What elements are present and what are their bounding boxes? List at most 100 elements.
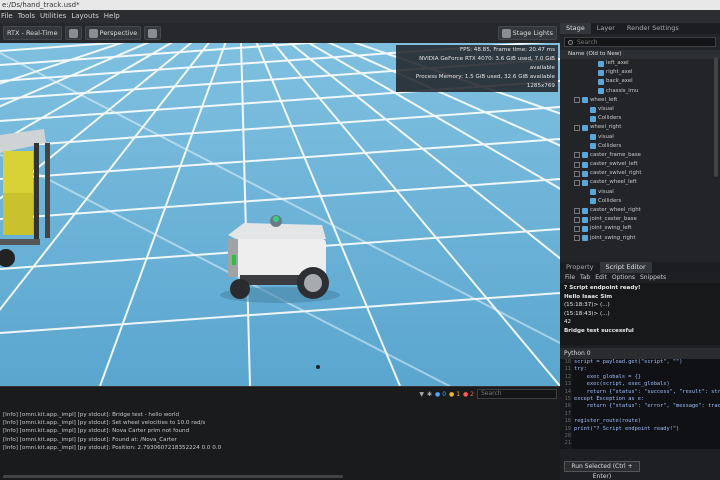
prim-icon — [590, 134, 596, 141]
prim-icon — [582, 235, 588, 242]
stage-item[interactable]: caster_swivel_left — [560, 160, 720, 169]
console-search-input[interactable]: Search — [477, 389, 557, 399]
se-menu-edit[interactable]: Edit — [595, 273, 607, 283]
menu-layouts[interactable]: Layouts — [71, 10, 98, 23]
se-menu-tab[interactable]: Tab — [580, 273, 590, 283]
tab-property[interactable]: Property — [560, 262, 600, 273]
stage-item[interactable]: back_axel — [560, 77, 720, 86]
se-menu-options[interactable]: Options — [612, 273, 635, 283]
stage-item[interactable]: caster_frame_base — [560, 151, 720, 160]
error-count[interactable]: ● 2 — [463, 391, 474, 398]
expand-toggle-icon[interactable] — [574, 124, 580, 131]
camera-gear-button[interactable] — [64, 26, 82, 40]
tab-python-0[interactable]: Python 0 — [560, 348, 720, 359]
menu-help[interactable]: Help — [104, 10, 120, 23]
stage-item[interactable]: caster_wheel_right — [560, 206, 720, 215]
expand-toggle-icon[interactable] — [574, 216, 580, 223]
log-line: [Info] [omni.kit.app._impl] [py stdout]:… — [3, 436, 177, 443]
tab-render-settings[interactable]: Render Settings — [621, 23, 685, 34]
stage-item-label: Colliders — [598, 197, 622, 204]
line-number: 10 — [564, 359, 571, 365]
expand-toggle-icon[interactable] — [574, 97, 580, 104]
run-selected-button[interactable]: Run Selected (Ctrl + Enter) — [564, 461, 640, 480]
stage-item-label: wheel_right — [590, 124, 622, 131]
stage-item[interactable]: caster_swivel_right — [560, 169, 720, 178]
expand-toggle-icon[interactable] — [574, 170, 580, 177]
expand-toggle-icon[interactable] — [574, 180, 580, 187]
stage-item-label: caster_swivel_right — [590, 170, 642, 177]
stage-item-label: visual — [598, 133, 614, 140]
window-title: e:/Ds/hand_track.usd* — [0, 0, 720, 10]
eye-icon — [148, 28, 158, 38]
nova-carter-robot — [220, 215, 340, 303]
stage-item[interactable]: caster_wheel_left — [560, 178, 720, 187]
stage-item[interactable]: wheel_left — [560, 96, 720, 105]
ground-grid — [0, 43, 560, 386]
render-mode-button[interactable]: RTX - Real-Time — [3, 26, 62, 40]
output-line: ? Script endpoint ready! — [564, 285, 641, 291]
stage-item[interactable]: visual — [560, 133, 720, 142]
expand-toggle-icon[interactable] — [574, 161, 580, 168]
output-line: 42 — [564, 319, 572, 325]
stage-item-label: Colliders — [598, 115, 622, 122]
stage-item-label: wheel_left — [590, 96, 618, 103]
se-menu-snippets[interactable]: Snippets — [640, 273, 666, 283]
menu-file[interactable]: File — [1, 10, 13, 23]
log-line: [Info] [omni.kit.app._impl] [py stdout]:… — [3, 444, 222, 451]
expand-toggle-icon[interactable] — [574, 152, 580, 159]
stage-item[interactable]: wheel_right — [560, 123, 720, 132]
stage-item[interactable]: chassis_imu — [560, 87, 720, 96]
stage-search-input[interactable]: Search — [564, 37, 716, 47]
prim-icon — [582, 216, 588, 223]
expand-toggle-icon[interactable] — [574, 207, 580, 214]
code-editor[interactable]: 10 11 12 13 14 15 16 17 18 19 20 21 script = payloa… — [560, 359, 720, 449]
tab-script-editor[interactable]: Script Editor — [599, 262, 652, 273]
stage-item[interactable]: joint_swing_left — [560, 224, 720, 233]
stage-item-label: joint_caster_base — [590, 216, 637, 223]
info-count[interactable]: ● 0 — [435, 391, 446, 398]
console-panel: ▼ ✱ ● 0 ● 1 ● 2 Search [Info] [omni.kit.… — [0, 386, 560, 480]
stage-lights-button[interactable]: Stage Lights — [497, 26, 557, 40]
filter-icon[interactable]: ▼ — [419, 391, 424, 398]
stage-item[interactable]: joint_caster_base — [560, 215, 720, 224]
display-options-button[interactable] — [144, 26, 162, 40]
mouse-cursor-icon — [316, 365, 320, 369]
tab-layer[interactable]: Layer — [591, 23, 621, 34]
camera-button[interactable]: Perspective — [84, 26, 142, 40]
stage-scrollbar[interactable] — [714, 57, 718, 177]
menu-tools[interactable]: Tools — [18, 10, 35, 23]
stage-item[interactable]: Colliders — [560, 197, 720, 206]
stage-item[interactable]: visual — [560, 188, 720, 197]
stage-item-label: joint_swing_right — [590, 234, 636, 241]
stage-item[interactable]: joint_swing_right — [560, 234, 720, 243]
stage-item[interactable]: Colliders — [560, 142, 720, 151]
stage-item[interactable]: left_axel — [560, 59, 720, 68]
stats-gpu: NVIDIA GeForce RTX 4070: 3.6 GiB used, 7… — [419, 56, 555, 71]
line-numbers: 10 11 12 13 14 15 16 17 18 19 20 21 — [560, 359, 572, 449]
menu-utilities[interactable]: Utilities — [40, 10, 66, 23]
tab-stage[interactable]: Stage — [560, 23, 591, 34]
se-menu-file[interactable]: File — [565, 273, 575, 283]
warning-count-value: 1 — [456, 390, 461, 398]
script-output: ? Script endpoint ready! Hello Isaac Sim… — [560, 283, 720, 345]
line-number: 19 — [564, 425, 571, 432]
console-scrollbar[interactable] — [3, 475, 343, 478]
gear-icon — [68, 28, 78, 38]
stats-memory: Process Memory: 1.5 GiB used, 32.6 GiB a… — [415, 74, 555, 80]
viewport[interactable]: FPS: 48.85, Frame time: 20.47 ms NVIDIA … — [0, 43, 560, 386]
stage-item[interactable]: right_axel — [560, 68, 720, 77]
stage-column-header: Name (Old to New) — [560, 50, 720, 59]
code-line: return {"status": "success", "result": s… — [586, 388, 720, 395]
line-number: 12 — [564, 373, 571, 380]
isaac-sim-window: e:/Ds/hand_track.usd* File Tools Utiliti… — [0, 0, 720, 480]
stage-item[interactable]: Colliders — [560, 114, 720, 123]
stage-item-label: caster_frame_base — [590, 151, 641, 158]
prim-icon — [590, 198, 596, 205]
warning-count[interactable]: ● 1 — [449, 391, 460, 398]
expand-toggle-icon[interactable] — [574, 225, 580, 232]
performance-stats: FPS: 48.85, Frame time: 20.47 ms NVIDIA … — [396, 45, 558, 92]
gear-icon[interactable]: ✱ — [427, 391, 432, 398]
expand-toggle-icon[interactable] — [574, 235, 580, 242]
prim-icon — [590, 115, 596, 122]
stage-item[interactable]: visual — [560, 105, 720, 114]
